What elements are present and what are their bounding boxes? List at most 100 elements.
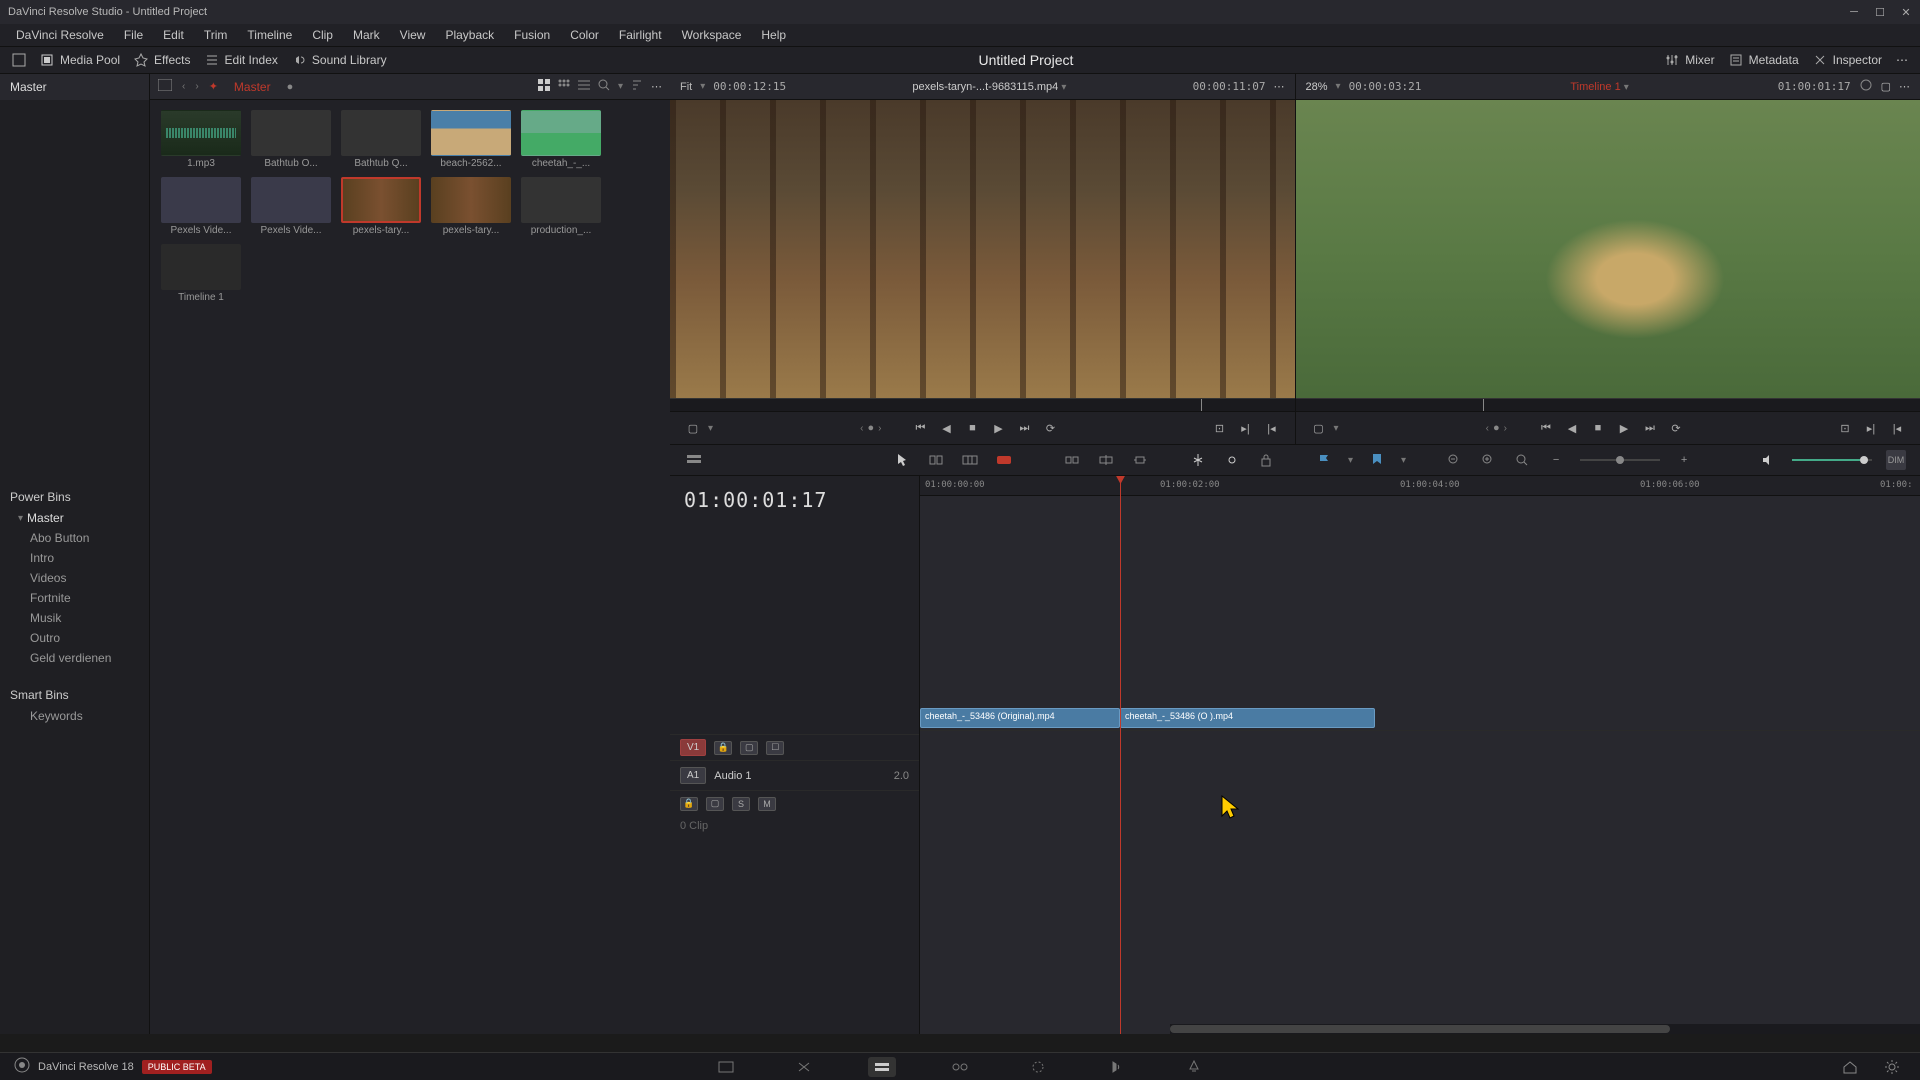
timeline-scrubber[interactable] bbox=[1296, 398, 1920, 412]
more-icon[interactable]: ⋯ bbox=[651, 80, 662, 93]
menu-view[interactable]: View bbox=[392, 26, 434, 44]
zoom-out-icon[interactable]: − bbox=[1546, 450, 1566, 470]
menu-fairlight[interactable]: Fairlight bbox=[611, 26, 670, 44]
flag-icon[interactable] bbox=[1314, 450, 1334, 470]
minimize-button[interactable]: ─ bbox=[1848, 6, 1860, 18]
master-header[interactable]: Master bbox=[0, 74, 149, 100]
bin-master[interactable]: ▾Master bbox=[10, 508, 139, 528]
media-item[interactable]: cheetah_-_... bbox=[520, 110, 602, 169]
media-item[interactable]: pexels-tary... bbox=[430, 177, 512, 236]
zoom-slider[interactable] bbox=[1580, 459, 1660, 461]
viewer-mode-icon[interactable]: ▢ bbox=[682, 417, 704, 439]
viewer-mode-icon[interactable]: ▢ bbox=[1308, 417, 1330, 439]
bin-fortnite[interactable]: Fortnite bbox=[10, 588, 139, 608]
video-track-v1[interactable]: cheetah_-_53486 (Original).mp4cheetah_-_… bbox=[920, 708, 1920, 730]
deliver-page-icon[interactable] bbox=[1180, 1057, 1208, 1077]
metadata-toggle[interactable]: Metadata bbox=[1729, 53, 1799, 67]
match-frame-icon[interactable]: ⊡ bbox=[1834, 417, 1856, 439]
link-icon[interactable] bbox=[1222, 450, 1242, 470]
search-icon[interactable] bbox=[598, 79, 610, 94]
edit-page-icon[interactable] bbox=[868, 1057, 896, 1077]
replace-clip-icon[interactable] bbox=[1130, 450, 1150, 470]
trim-tool-icon[interactable] bbox=[926, 450, 946, 470]
jump-start-icon[interactable]: ⏮ bbox=[1535, 417, 1557, 439]
out-point-icon[interactable]: |◂ bbox=[1886, 417, 1908, 439]
loop-icon[interactable]: ⟳ bbox=[1665, 417, 1687, 439]
effects-toggle[interactable]: Effects bbox=[134, 53, 190, 67]
bin-videos[interactable]: Videos bbox=[10, 568, 139, 588]
media-item[interactable]: Bathtub O... bbox=[250, 110, 332, 169]
sort-icon[interactable] bbox=[631, 79, 643, 94]
bin-keywords[interactable]: Keywords bbox=[10, 706, 139, 726]
bin-abo-button[interactable]: Abo Button bbox=[10, 528, 139, 548]
out-point-icon[interactable]: |◂ bbox=[1261, 417, 1283, 439]
insert-clip-icon[interactable] bbox=[1062, 450, 1082, 470]
menu-workspace[interactable]: Workspace bbox=[674, 26, 750, 44]
zoom-selector[interactable]: 28% bbox=[1306, 81, 1328, 93]
dynamic-trim-icon[interactable] bbox=[960, 450, 980, 470]
v1-track-header[interactable]: V1 🔒 ▢ ☐ bbox=[670, 734, 919, 760]
timeline-preview[interactable] bbox=[1296, 100, 1920, 398]
media-page-icon[interactable] bbox=[712, 1057, 740, 1077]
a1-track-header[interactable]: A1 Audio 1 2.0 bbox=[670, 760, 919, 790]
media-item[interactable]: Timeline 1 bbox=[160, 244, 242, 303]
dim-button[interactable]: DIM bbox=[1886, 450, 1906, 470]
match-prev-icon[interactable]: ‹ bbox=[860, 423, 863, 434]
nav-back-icon[interactable]: ‹ bbox=[182, 81, 185, 92]
timeline-view-icon[interactable] bbox=[684, 450, 704, 470]
inspector-toggle[interactable]: Inspector bbox=[1813, 53, 1882, 67]
volume-icon[interactable] bbox=[1758, 450, 1778, 470]
zoom-custom-icon[interactable] bbox=[1512, 450, 1532, 470]
loop-icon[interactable]: ⟳ bbox=[1039, 417, 1061, 439]
bin-musik[interactable]: Musik bbox=[10, 608, 139, 628]
jump-end-icon[interactable]: ⏭ bbox=[1013, 417, 1035, 439]
bin-geld[interactable]: Geld verdienen bbox=[10, 648, 139, 668]
view-grid-icon[interactable] bbox=[558, 79, 570, 94]
stop-icon[interactable]: ■ bbox=[1587, 417, 1609, 439]
media-item[interactable]: Pexels Vide... bbox=[160, 177, 242, 236]
bypass-icon[interactable] bbox=[1859, 79, 1873, 94]
volume-slider[interactable] bbox=[1792, 459, 1872, 461]
bin-intro[interactable]: Intro bbox=[10, 548, 139, 568]
menu-timeline[interactable]: Timeline bbox=[239, 26, 300, 44]
home-icon[interactable] bbox=[1836, 1057, 1864, 1077]
arrow-tool-icon[interactable] bbox=[892, 450, 912, 470]
play-icon[interactable]: ▶ bbox=[1613, 417, 1635, 439]
horizontal-scrollbar[interactable] bbox=[1170, 1024, 1920, 1034]
menu-color[interactable]: Color bbox=[562, 26, 607, 44]
breadcrumb[interactable]: Master bbox=[228, 80, 277, 94]
stop-icon[interactable]: ■ bbox=[961, 417, 983, 439]
view-thumbs-icon[interactable] bbox=[538, 79, 550, 94]
disable-icon[interactable]: ☐ bbox=[766, 741, 784, 755]
source-clip-title[interactable]: pexels-taryn-...t-9683115.mp4 ▾ bbox=[794, 81, 1185, 93]
menu-playback[interactable]: Playback bbox=[437, 26, 502, 44]
auto-select-icon[interactable]: ▢ bbox=[740, 741, 758, 755]
fullscreen-toggle[interactable] bbox=[12, 53, 26, 67]
mixer-toggle[interactable]: Mixer bbox=[1665, 53, 1714, 67]
panel-menu-icon[interactable] bbox=[158, 79, 172, 94]
zoom-detail-icon[interactable] bbox=[1478, 450, 1498, 470]
menu-fusion[interactable]: Fusion bbox=[506, 26, 558, 44]
bin-outro[interactable]: Outro bbox=[10, 628, 139, 648]
zoom-in-icon[interactable]: + bbox=[1674, 450, 1694, 470]
media-item[interactable]: pexels-tary... bbox=[340, 177, 422, 236]
step-back-icon[interactable]: ◀ bbox=[1561, 417, 1583, 439]
color-page-icon[interactable] bbox=[1024, 1057, 1052, 1077]
timeline-title[interactable]: Timeline 1 ▾ bbox=[1429, 81, 1769, 93]
jump-end-icon[interactable]: ⏭ bbox=[1639, 417, 1661, 439]
menu-file[interactable]: File bbox=[116, 26, 151, 44]
menu-edit[interactable]: Edit bbox=[155, 26, 192, 44]
match-next-icon[interactable]: › bbox=[878, 423, 881, 434]
media-pool-toggle[interactable]: Media Pool bbox=[40, 53, 120, 67]
menu-trim[interactable]: Trim bbox=[196, 26, 236, 44]
cut-page-icon[interactable] bbox=[790, 1057, 818, 1077]
play-icon[interactable]: ▶ bbox=[987, 417, 1009, 439]
mute-button[interactable]: M bbox=[758, 797, 776, 811]
settings-icon[interactable] bbox=[1878, 1057, 1906, 1077]
timeline-clip[interactable]: cheetah_-_53486 (O ).mp4 bbox=[1120, 708, 1375, 728]
lock-icon[interactable]: 🔒 bbox=[680, 797, 698, 811]
source-preview[interactable] bbox=[670, 100, 1295, 398]
lock-icon[interactable] bbox=[1256, 450, 1276, 470]
media-item[interactable]: 1.mp3 bbox=[160, 110, 242, 169]
next-edit-icon[interactable]: › bbox=[1504, 423, 1507, 434]
